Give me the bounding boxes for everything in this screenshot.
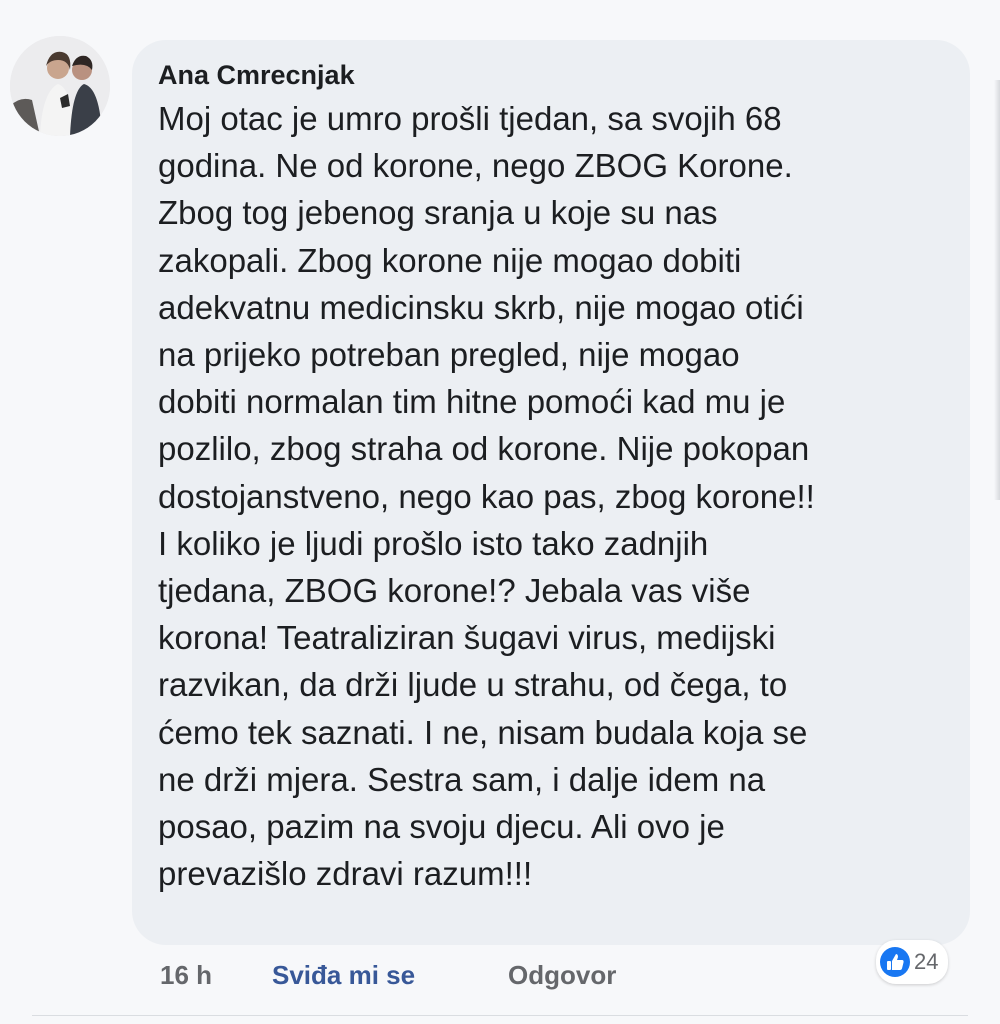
comment-timestamp[interactable]: 16 h bbox=[160, 957, 212, 993]
edge-shadow bbox=[994, 80, 1000, 500]
profile-photo-icon bbox=[10, 36, 110, 136]
comment-line: Zbog tog jebenog sranja u koje su nas bbox=[158, 194, 718, 232]
comment-view: Ana Cmrecnjak Moj otac je umro prošli tj… bbox=[0, 0, 1000, 1024]
comment-line: zakopali. Zbog korone nije mogao dobiti bbox=[158, 241, 742, 279]
comment-text: Moj otac je umro prošli tjedan, sa svoji… bbox=[158, 95, 948, 897]
comment-line: ne drži mjera. Sestra sam, i dalje idem … bbox=[158, 760, 766, 798]
comment-line: ćemo tek saznati. I ne, nisam budala koj… bbox=[158, 713, 808, 751]
reply-button[interactable]: Odgovor bbox=[508, 957, 616, 993]
thumbs-up-icon bbox=[880, 947, 910, 977]
comment-bubble: Ana Cmrecnjak Moj otac je umro prošli tj… bbox=[132, 40, 970, 945]
like-button[interactable]: Sviđa mi se bbox=[272, 957, 415, 993]
comment-line: adekvatnu medicinsku skrb, nije mogao ot… bbox=[158, 288, 804, 326]
reaction-count: 24 bbox=[914, 949, 939, 974]
comment-line: razvikan, da drži ljude u strahu, od čeg… bbox=[158, 666, 788, 704]
comment-line: posao, pazim na svoju djecu. Ali ovo je bbox=[158, 808, 725, 846]
comment-line: dobiti normalan tim hitne pomoći kad mu … bbox=[158, 383, 786, 421]
avatar[interactable] bbox=[10, 36, 110, 136]
comment-line: pozlilo, zbog straha od korone. Nije pok… bbox=[158, 430, 810, 468]
comment-line: tjedana, ZBOG korone!? Jebala vas više bbox=[158, 572, 751, 610]
comment-line: na prijeko potreban pregled, nije mogao bbox=[158, 336, 740, 374]
divider bbox=[32, 1015, 968, 1016]
comment-line: dostojanstveno, nego kao pas, zbog koron… bbox=[158, 477, 815, 515]
comment-author[interactable]: Ana Cmrecnjak bbox=[158, 58, 948, 92]
comment-line: godina. Ne od korone, nego ZBOG Korone. bbox=[158, 147, 793, 185]
comment-line: prevazišlo zdravi razum!!! bbox=[158, 855, 533, 893]
comment-line: I koliko je ljudi prošlo isto tako zadnj… bbox=[158, 524, 709, 562]
comment-line: korona! Teatraliziran šugavi virus, medi… bbox=[158, 619, 776, 657]
reactions-badge[interactable]: 24 bbox=[876, 940, 949, 984]
comment-line: Moj otac je umro prošli tjedan, sa svoji… bbox=[158, 100, 782, 137]
